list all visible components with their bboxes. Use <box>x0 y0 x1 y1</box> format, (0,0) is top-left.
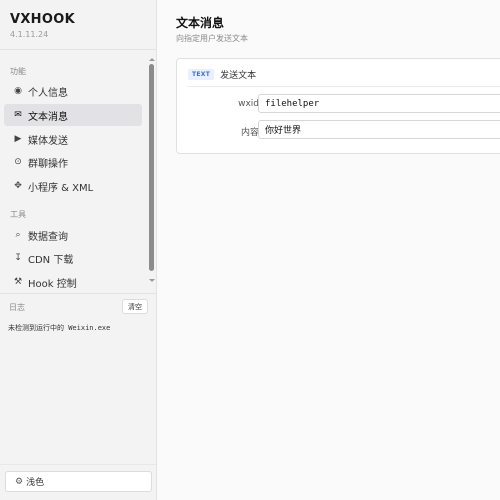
sidebar-scrollbar[interactable] <box>147 58 155 282</box>
group-icon: ⊙ <box>14 157 22 167</box>
sidebar-item-data-query[interactable]: ⌕ 数据查询 <box>4 224 142 246</box>
main-panel: 文本消息 向指定用户发送文本 TEXT 发送文本 wxid filehelper… <box>157 0 500 500</box>
page-title: 文本消息 <box>176 16 225 30</box>
sidebar-item-mini-program-xml[interactable]: ✥ 小程序 & XML <box>4 175 142 197</box>
sidebar-item-group-ops[interactable]: ⊙ 群聊操作 <box>4 151 142 173</box>
brand: VXHOOK 4.1.11.24 <box>10 12 75 39</box>
type-badge: TEXT <box>188 69 215 80</box>
log-label: 日志 <box>9 303 25 312</box>
sidebar-item-label: 小程序 & XML <box>28 182 94 194</box>
card-title: 发送文本 <box>220 71 257 81</box>
sidebar-item-media-send[interactable]: ▶ 媒体发送 <box>4 128 142 150</box>
page-subtitle: 向指定用户发送文本 <box>176 34 248 43</box>
card-header: TEXT 发送文本 <box>188 68 256 81</box>
theme-toggle-button[interactable]: ⚙ 浅色 <box>5 471 152 492</box>
sidebar-item-label: 个人信息 <box>28 87 68 99</box>
tools-icon: ⚒ <box>13 277 23 287</box>
divider <box>0 49 156 50</box>
log-line: 未检测到运行中的 Weixin.exe <box>8 323 110 333</box>
wxid-input[interactable]: filehelper <box>258 94 500 113</box>
sidebar-item-hook-control[interactable]: ⚒ Hook 控制 <box>4 271 142 293</box>
app-title: VXHOOK <box>10 12 75 27</box>
sidebar-item-cdn-download[interactable]: ↧ CDN 下载 <box>4 247 142 269</box>
sidebar-item-profile[interactable]: ◉ 个人信息 <box>4 80 142 102</box>
section-label-tools: 工具 <box>10 210 26 219</box>
sidebar-item-label: 群聊操作 <box>28 158 68 170</box>
scroll-down-arrow-icon[interactable] <box>149 279 155 282</box>
divider <box>0 464 156 465</box>
sidebar-item-text-message[interactable]: ✉ 文本消息 <box>4 104 142 126</box>
app-version: 4.1.11.24 <box>10 30 49 39</box>
log-line-text: 未检测到运行中的 <box>8 324 64 332</box>
search-icon: ⌕ <box>15 230 21 240</box>
sidebar-item-label: 数据查询 <box>28 231 68 243</box>
clear-log-button[interactable]: 清空 <box>122 299 148 314</box>
content-input[interactable]: 你好世界 <box>258 120 500 139</box>
gear-icon: ⚙ <box>15 476 24 487</box>
divider <box>0 293 156 294</box>
log-line-process: Weixin.exe <box>64 324 111 332</box>
sidebar-item-label: CDN 下载 <box>28 254 74 266</box>
envelope-icon: ✉ <box>14 110 22 120</box>
divider <box>187 86 500 87</box>
section-label-features: 功能 <box>10 67 26 76</box>
scroll-up-arrow-icon[interactable] <box>149 58 155 61</box>
puzzle-icon: ✥ <box>14 181 22 191</box>
scrollbar-thumb[interactable] <box>149 64 154 271</box>
sidebar-item-label: 文本消息 <box>28 111 68 123</box>
wxid-label: wxid <box>238 99 259 109</box>
send-text-card: TEXT 发送文本 wxid filehelper 内容 你好世界 <box>176 58 500 154</box>
user-circle-icon: ◉ <box>14 86 22 96</box>
download-icon: ↧ <box>14 253 22 263</box>
sidebar: VXHOOK 4.1.11.24 功能 ◉ 个人信息 ✉ 文本消息 ▶ 媒体发送… <box>0 0 157 500</box>
play-icon: ▶ <box>14 134 22 144</box>
sidebar-item-label: 媒体发送 <box>28 135 68 147</box>
theme-label: 浅色 <box>26 478 45 488</box>
sidebar-item-label: Hook 控制 <box>28 278 77 290</box>
content-label: 内容 <box>240 128 259 138</box>
